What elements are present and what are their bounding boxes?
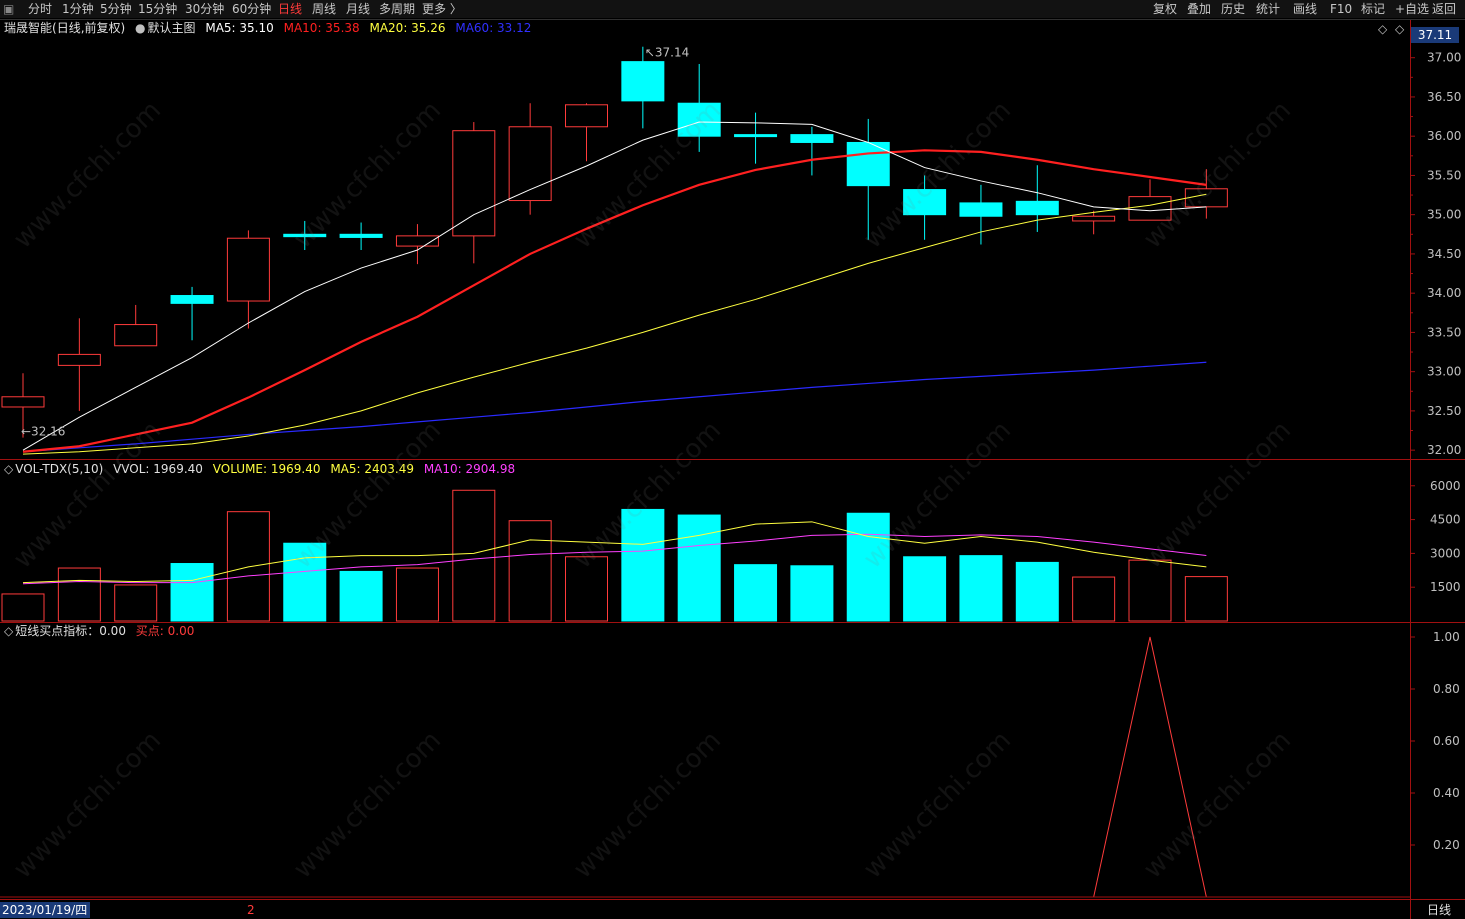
vol-y-label: 6000 <box>1430 479 1461 493</box>
candle-body <box>57 353 101 366</box>
main-y-label: 34.00 <box>1427 286 1461 300</box>
volume-bar <box>170 563 214 622</box>
main-y-label: 32.00 <box>1427 443 1461 457</box>
expand-icon[interactable]: ◇ <box>1395 22 1404 36</box>
candle-body <box>1184 188 1228 208</box>
volume-bar <box>1015 561 1059 622</box>
candle <box>565 103 608 162</box>
chart-frame <box>0 19 1465 919</box>
candle <box>170 286 214 341</box>
candle-body <box>1128 196 1172 221</box>
volume-bar <box>283 542 327 622</box>
candle <box>339 222 383 250</box>
candle <box>395 224 439 265</box>
ma60-line <box>22 361 1207 453</box>
volume-bar <box>1128 559 1172 622</box>
page-marker[interactable]: 2 <box>247 902 255 918</box>
candle-body <box>903 189 947 216</box>
candle-body <box>170 295 214 304</box>
ind-y-label: 0.20 <box>1433 838 1460 852</box>
candle-body <box>959 202 1003 217</box>
volume-bar <box>452 489 496 622</box>
indicator-pane <box>0 636 1410 898</box>
candle-body <box>283 233 327 238</box>
main-y-label: 37.00 <box>1427 51 1461 65</box>
main-y-label: 35.50 <box>1427 168 1461 182</box>
candle <box>57 318 101 411</box>
candle-body <box>790 134 834 143</box>
candle-body <box>339 233 383 238</box>
volume-bar <box>1072 576 1116 622</box>
volume-bar <box>677 514 721 622</box>
candle <box>114 304 158 347</box>
candle <box>846 118 890 240</box>
candle <box>1015 165 1059 232</box>
ind-y-label: 0.80 <box>1433 682 1460 696</box>
candle-body <box>114 324 158 347</box>
low-label: ←32.16 <box>21 425 65 439</box>
volume-bar <box>621 508 665 622</box>
main-y-label: 33.00 <box>1427 365 1461 379</box>
main-y-label: 32.50 <box>1427 404 1461 418</box>
candle <box>1184 169 1228 219</box>
volume-bar <box>790 565 834 622</box>
volume-bar <box>959 555 1003 622</box>
candle-body <box>226 237 270 302</box>
candle <box>734 112 778 164</box>
high-label: ↖37.14 <box>645 46 689 60</box>
main-price-pane: ↖37.14 ←32.16 <box>1 46 1228 455</box>
main-y-label: 36.50 <box>1427 90 1461 104</box>
volume-bar <box>846 512 890 622</box>
candle <box>452 122 496 264</box>
volume-bar <box>508 520 552 622</box>
volume-bar <box>395 567 439 622</box>
ma5-line <box>22 121 1207 451</box>
volume-bar <box>1 593 45 622</box>
candle <box>677 63 721 152</box>
candle-body <box>734 134 778 138</box>
ind-y-label: 0.60 <box>1433 734 1460 748</box>
candle <box>508 103 552 215</box>
period-indicator[interactable]: 日线 <box>1413 902 1465 918</box>
volume-bar <box>226 511 270 622</box>
candle <box>283 220 327 250</box>
candle <box>226 230 270 329</box>
volume-bar <box>57 567 101 622</box>
main-y-label: 36.00 <box>1427 129 1461 143</box>
vol-y-label: 3000 <box>1430 546 1461 560</box>
collapse-icon[interactable]: ◇ <box>1378 22 1387 36</box>
candle-body <box>621 61 665 102</box>
volume-bar <box>903 556 947 622</box>
main-y-label: 34.50 <box>1427 247 1461 261</box>
candle-body <box>565 104 608 128</box>
current-price-tag: 37.11 <box>1411 27 1459 43</box>
vol-y-label: 4500 <box>1430 513 1461 527</box>
volume-bar <box>734 564 778 622</box>
candle-body <box>677 102 721 137</box>
ind-y-label: 1.00 <box>1433 630 1460 644</box>
candle <box>1128 179 1172 221</box>
candle-body <box>1072 215 1116 222</box>
volume-bar <box>1184 576 1228 622</box>
main-y-label: 35.00 <box>1427 208 1461 222</box>
candle-body <box>452 130 496 237</box>
volume-bar <box>114 584 158 622</box>
main-y-label: 33.50 <box>1427 325 1461 339</box>
buy-signal-line <box>1093 636 1207 898</box>
ind-y-label: 0.40 <box>1433 786 1460 800</box>
candle <box>790 126 834 176</box>
volume-pane <box>1 489 1228 622</box>
candle-body <box>1015 200 1059 216</box>
vol-y-label: 1500 <box>1430 580 1461 594</box>
candle-body <box>1 396 45 408</box>
volume-bar <box>339 570 383 622</box>
chart-canvas[interactable]: ↖37.14 ←32.16 37.00 36.50 36.00 35.50 35.00 34… <box>0 0 1465 919</box>
ma20-line <box>22 193 1207 455</box>
crosshair-date: 2023/01/19/四 <box>0 902 90 918</box>
price-axes: 37.00 36.50 36.00 35.50 35.00 34.50 34.00 33.50… <box>1410 37 1461 852</box>
volume-bar <box>565 556 608 622</box>
candle <box>903 175 947 240</box>
